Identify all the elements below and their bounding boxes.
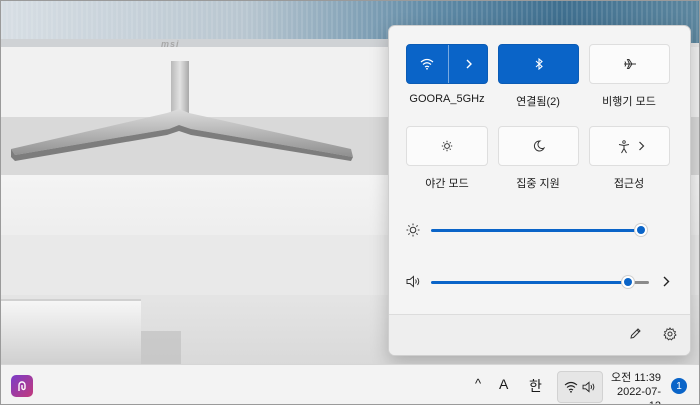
ime-mode-korean[interactable]: 한 (529, 376, 542, 396)
volume-icon[interactable] (406, 275, 422, 288)
accessibility-icon (618, 140, 630, 154)
accessibility-tile[interactable] (589, 126, 670, 166)
chevron-right-icon (465, 59, 473, 69)
quick-settings-panel: GOORA_5GHz 연결됨(2) 비행기 모드 야간 모드 집중 지원 접근성 (388, 25, 691, 356)
quick-settings-footer (389, 314, 690, 355)
focus-assist-tile-label: 집중 지원 (516, 178, 560, 190)
night-light-icon (441, 140, 453, 152)
chevron-right-icon[interactable] (662, 276, 670, 287)
taskbar-clock[interactable]: 오전 11:39 2022-07-12 (605, 371, 661, 404)
airplane-mode-tile-label: 비행기 모드 (602, 96, 656, 108)
airplane-icon (623, 58, 637, 70)
mail-app-icon[interactable] (11, 375, 33, 397)
clock-time: 오전 11:39 (610, 372, 661, 384)
night-light-tile-label: 야간 모드 (425, 178, 469, 190)
bluetooth-tile-label: 연결됨(2) (516, 96, 560, 108)
accessibility-tile-label: 접근성 (613, 178, 645, 190)
notification-badge[interactable]: 1 (671, 378, 687, 394)
volume-slider-track[interactable] (431, 281, 625, 284)
taskbar: ^ A 한 오전 11:39 2022-07-12 1 (1, 364, 699, 404)
chevron-right-icon[interactable] (638, 141, 645, 151)
bluetooth-icon (535, 58, 543, 70)
night-light-tile[interactable] (406, 126, 488, 166)
screen: msi GOORA_5GHz 연결됨(2) 비행기 모드 야간 모드 집중 지원… (0, 0, 700, 405)
network-volume-button[interactable] (557, 371, 603, 403)
bluetooth-tile[interactable] (498, 44, 579, 84)
ime-mode-letter[interactable]: A (499, 376, 508, 392)
brightness-slider-thumb[interactable] (635, 224, 647, 236)
wifi-icon (420, 58, 434, 70)
brightness-slider-track[interactable] (431, 229, 641, 232)
wifi-toggle[interactable] (407, 45, 447, 83)
focus-assist-tile[interactable] (498, 126, 579, 166)
desk-block (1, 301, 141, 365)
airplane-mode-tile[interactable] (589, 44, 670, 84)
focus-assist-icon (533, 140, 545, 152)
volume-icon (582, 381, 597, 393)
wifi-icon (564, 381, 578, 393)
wifi-tile[interactable] (406, 44, 488, 84)
volume-slider-thumb[interactable] (622, 276, 634, 288)
gear-icon[interactable] (663, 327, 677, 341)
wifi-tile-label: GOORA_5GHz (409, 93, 485, 105)
brightness-icon (406, 223, 420, 237)
pencil-icon[interactable] (629, 327, 642, 340)
wifi-expand-button[interactable] (449, 45, 489, 83)
clock-date: 2022-07-12 (616, 386, 661, 404)
show-hidden-icons-button[interactable]: ^ (475, 376, 481, 391)
